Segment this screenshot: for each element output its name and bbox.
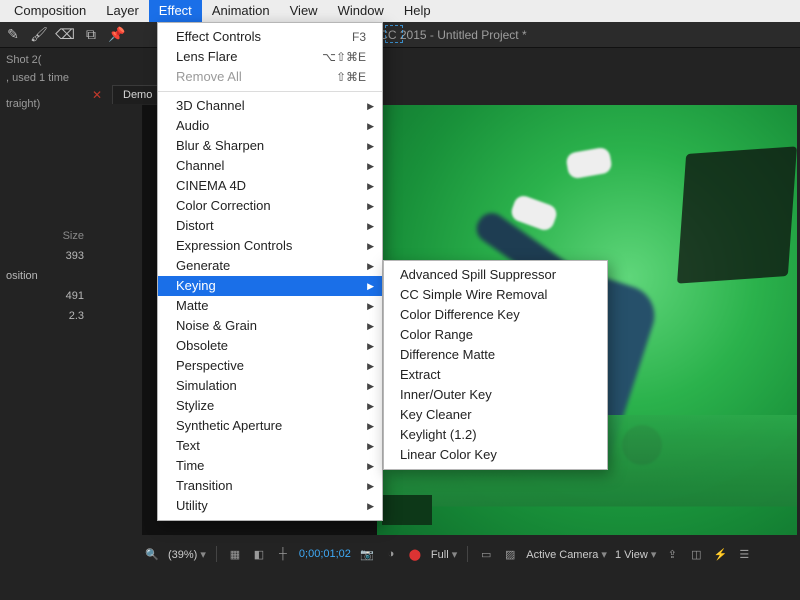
menu-item-stylize[interactable]: Stylize	[158, 396, 382, 416]
menu-item-cinema4d[interactable]: CINEMA 4D	[158, 176, 382, 196]
submenu-item-key-cleaner[interactable]: Key Cleaner	[384, 405, 607, 425]
submenu-item-extract[interactable]: Extract	[384, 365, 607, 385]
menu-item-simulation[interactable]: Simulation	[158, 376, 382, 396]
project-panel: Shot 2( , used 1 time traight) Size 393 …	[0, 48, 90, 588]
position-label: osition	[6, 270, 38, 282]
menu-layer[interactable]: Layer	[96, 0, 149, 22]
stage-box	[382, 495, 432, 525]
position-value: 491	[66, 290, 84, 302]
close-panel-icon[interactable]: ✕	[92, 88, 102, 102]
submenu-item-difference-matte[interactable]: Difference Matte	[384, 345, 607, 365]
alpha-mode: traight)	[6, 98, 84, 110]
menu-item-noise-grain[interactable]: Noise & Grain	[158, 316, 382, 336]
menu-composition[interactable]: Composition	[4, 0, 96, 22]
menu-effect[interactable]: Effect	[149, 0, 202, 22]
menu-item-keying[interactable]: Keying	[158, 276, 382, 296]
grid-icon[interactable]: ▦	[227, 548, 243, 561]
footage-name: Shot 2(	[6, 54, 84, 66]
menu-item-obsolete[interactable]: Obsolete	[158, 336, 382, 356]
menu-item-remove-all[interactable]: Remove All⇧⌘E	[158, 67, 382, 87]
pixel-aspect-icon[interactable]: ◫	[688, 548, 704, 561]
channel-icon[interactable]: ◑	[383, 548, 399, 560]
submenu-item-color-diff-key[interactable]: Color Difference Key	[384, 305, 607, 325]
toolbar: Adobe After Effects CC 2015 - Untitled P…	[0, 22, 800, 48]
softbox-prop	[677, 146, 797, 283]
menu-help[interactable]: Help	[394, 0, 441, 22]
menu-item-audio[interactable]: Audio	[158, 116, 382, 136]
menu-window[interactable]: Window	[328, 0, 394, 22]
submenu-item-keylight[interactable]: Keylight (1.2)	[384, 425, 607, 445]
rgb-icon[interactable]: ⬤	[407, 548, 423, 561]
menu-item-time[interactable]: Time	[158, 456, 382, 476]
menu-view[interactable]: View	[280, 0, 328, 22]
menu-item-text[interactable]: Text	[158, 436, 382, 456]
snapping-icon[interactable]	[385, 25, 403, 43]
menu-separator	[158, 91, 382, 92]
col-header-size: Size	[6, 230, 84, 242]
share-icon[interactable]: ⇪	[664, 548, 680, 561]
menu-item-color-correction[interactable]: Color Correction	[158, 196, 382, 216]
menu-item-perspective[interactable]: Perspective	[158, 356, 382, 376]
timecode[interactable]: 0;00;01;02	[299, 548, 351, 560]
footage-used: , used 1 time	[6, 72, 84, 84]
menu-item-blur-sharpen[interactable]: Blur & Sharpen	[158, 136, 382, 156]
camera-dropdown[interactable]: Active Camera	[526, 548, 607, 561]
views-dropdown[interactable]: 1 View	[615, 548, 656, 561]
mask-icon[interactable]: ◧	[251, 548, 267, 561]
scale-value: 2.3	[69, 310, 84, 322]
dancer-shoe	[565, 146, 613, 179]
menu-item-3d-channel[interactable]: 3D Channel	[158, 96, 382, 116]
guides-icon[interactable]: ┼	[275, 548, 291, 560]
effect-menu: Effect ControlsF3 Lens Flare⌥⇧⌘E Remove …	[157, 22, 383, 521]
menu-item-generate[interactable]: Generate	[158, 256, 382, 276]
snapshot-icon[interactable]: 📷	[359, 548, 375, 561]
menu-item-utility[interactable]: Utility	[158, 496, 382, 516]
submenu-item-advanced-spill[interactable]: Advanced Spill Suppressor	[384, 265, 607, 285]
region-icon[interactable]: ▭	[478, 548, 494, 561]
menu-animation[interactable]: Animation	[202, 0, 280, 22]
menu-item-effect-controls[interactable]: Effect ControlsF3	[158, 27, 382, 47]
menu-item-matte[interactable]: Matte	[158, 296, 382, 316]
viewer-footer: 🔍 (39%) ▦ ◧ ┼ 0;00;01;02 📷 ◑ ⬤ Full ▭ ▨ …	[140, 540, 800, 568]
timeline-icon[interactable]: ☰	[736, 548, 752, 561]
submenu-item-color-range[interactable]: Color Range	[384, 325, 607, 345]
menubar: Composition Layer Effect Animation View …	[0, 0, 800, 22]
keying-submenu: Advanced Spill Suppressor CC Simple Wire…	[383, 260, 608, 470]
submenu-item-linear-color-key[interactable]: Linear Color Key	[384, 445, 607, 465]
menu-item-transition[interactable]: Transition	[158, 476, 382, 496]
resolution-dropdown[interactable]: Full	[431, 548, 457, 561]
menu-item-channel[interactable]: Channel	[158, 156, 382, 176]
fast-preview-icon[interactable]: ⚡	[712, 548, 728, 561]
zoom-dropdown[interactable]: (39%)	[168, 548, 206, 561]
size-value: 393	[66, 250, 84, 262]
magnify-icon[interactable]: 🔍	[144, 548, 160, 561]
transparency-icon[interactable]: ▨	[502, 548, 518, 561]
menu-item-expression-controls[interactable]: Expression Controls	[158, 236, 382, 256]
menu-item-last-effect[interactable]: Lens Flare⌥⇧⌘E	[158, 47, 382, 67]
submenu-item-inner-outer-key[interactable]: Inner/Outer Key	[384, 385, 607, 405]
menu-item-synthetic-aperture[interactable]: Synthetic Aperture	[158, 416, 382, 436]
menu-item-distort[interactable]: Distort	[158, 216, 382, 236]
submenu-item-cc-wire-removal[interactable]: CC Simple Wire Removal	[384, 285, 607, 305]
